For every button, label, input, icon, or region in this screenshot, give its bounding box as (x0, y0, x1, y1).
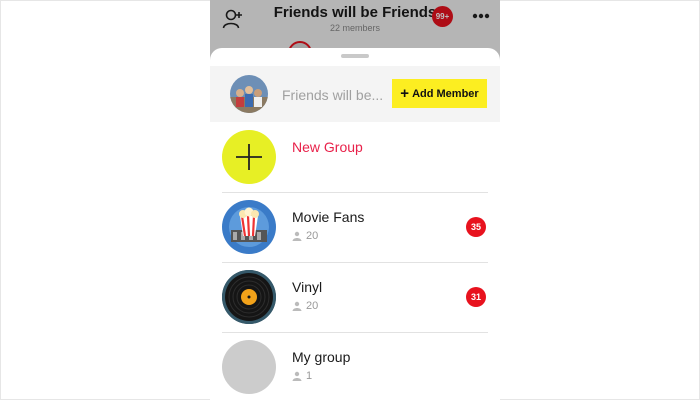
plus-icon: + (400, 85, 410, 102)
person-icon (292, 371, 302, 381)
member-count-value: 20 (306, 300, 319, 312)
new-group-item[interactable]: New Group (210, 122, 500, 192)
new-group-avatar (222, 130, 276, 184)
person-icon (292, 231, 302, 241)
group-avatar (230, 75, 268, 113)
unread-badge: 35 (466, 217, 486, 237)
add-member-label: Add Member (412, 87, 479, 100)
vinyl-avatar (222, 270, 276, 324)
list-item[interactable]: Vinyl 20 31 (210, 262, 500, 332)
unread-badge: 31 (466, 287, 486, 307)
add-member-button[interactable]: + Add Member (392, 79, 487, 108)
member-count-value: 20 (306, 230, 319, 242)
movie-fans-avatar (222, 200, 276, 254)
my-group-avatar (222, 340, 276, 394)
phone-screen: Friends will be Friends 22 members 99+ F… (210, 0, 500, 400)
group-name: My group (292, 349, 351, 365)
list-item[interactable]: Movie Fans 20 35 (210, 192, 500, 262)
person-icon (292, 301, 302, 311)
current-group-header: Friends will be... + Add Member (210, 66, 500, 122)
current-group-name: Friends will be... (282, 87, 384, 103)
plus-icon (236, 144, 262, 170)
group-name: Vinyl (292, 279, 323, 295)
member-count: 20 (292, 230, 318, 242)
drag-handle[interactable] (341, 54, 369, 58)
member-count: 1 (292, 370, 312, 382)
group-switcher-sheet: Friends will be... + Add Member New Grou… (210, 48, 500, 400)
list-item[interactable]: My group 1 (210, 332, 500, 400)
member-count-value: 1 (306, 370, 313, 382)
new-group-label: New Group (292, 139, 363, 155)
member-count: 20 (292, 300, 318, 312)
group-name: Movie Fans (292, 209, 365, 225)
